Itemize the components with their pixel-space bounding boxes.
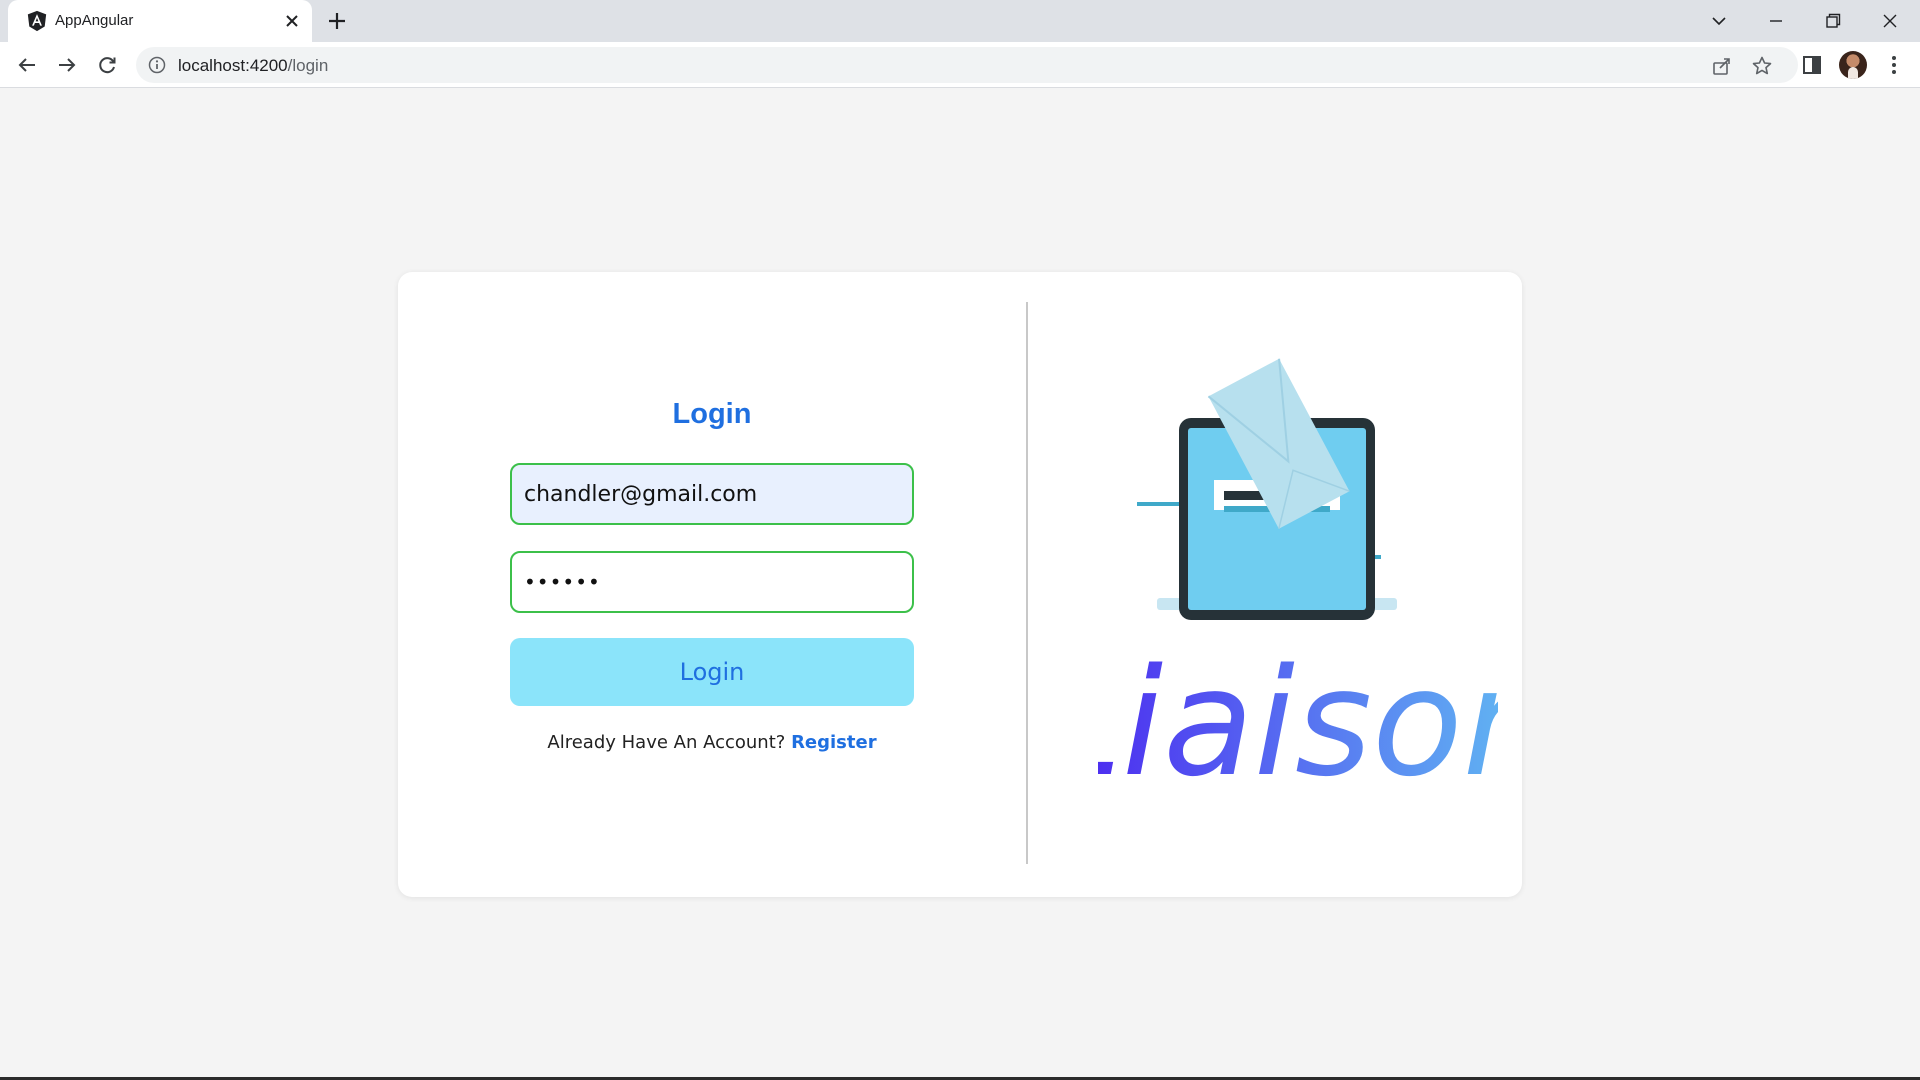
restore-icon[interactable]: [1820, 8, 1846, 34]
vertical-divider: [1026, 302, 1028, 864]
url-host: localhost:4200: [178, 56, 288, 75]
ballot-laptop-illustration: [1137, 358, 1397, 620]
address-bar[interactable]: localhost:4200/login: [136, 47, 1798, 83]
star-icon[interactable]: [1751, 55, 1773, 77]
side-panel-icon[interactable]: [1800, 53, 1824, 77]
browser-toolbar: localhost:4200/login: [0, 42, 1920, 88]
share-icon[interactable]: [1711, 55, 1733, 77]
close-window-icon[interactable]: [1877, 8, 1903, 34]
url-text[interactable]: localhost:4200/login: [178, 56, 328, 76]
register-link[interactable]: Register: [791, 732, 877, 753]
back-arrow-icon[interactable]: [15, 53, 39, 77]
login-title: Login: [672, 398, 752, 430]
info-icon[interactable]: [148, 56, 166, 74]
brand-logo: Liaison: [1098, 652, 1498, 802]
plus-icon[interactable]: [326, 10, 348, 32]
account-prompt-line: Already Have An Account? Register: [510, 732, 914, 753]
close-icon[interactable]: [282, 11, 302, 31]
angular-logo-icon: [27, 10, 47, 32]
email-field[interactable]: [510, 463, 914, 525]
brand-name: Liaison: [1098, 652, 1498, 802]
kebab-menu-icon[interactable]: [1882, 53, 1906, 77]
profile-avatar[interactable]: [1839, 51, 1867, 79]
minimize-icon[interactable]: [1763, 8, 1789, 34]
password-field[interactable]: [510, 551, 914, 613]
account-prompt-text: Already Have An Account?: [547, 732, 786, 753]
forward-arrow-icon[interactable]: [55, 53, 79, 77]
url-path: /login: [287, 56, 329, 75]
chevron-down-icon[interactable]: [1706, 8, 1732, 34]
tab-strip: AppAngular: [0, 0, 1920, 42]
tab-title: AppAngular: [55, 12, 134, 29]
browser-tab[interactable]: AppAngular: [8, 0, 312, 42]
login-card: Login Login Already Have An Account? Reg…: [398, 272, 1522, 897]
reload-icon[interactable]: [95, 53, 119, 77]
login-button[interactable]: Login: [510, 638, 914, 706]
